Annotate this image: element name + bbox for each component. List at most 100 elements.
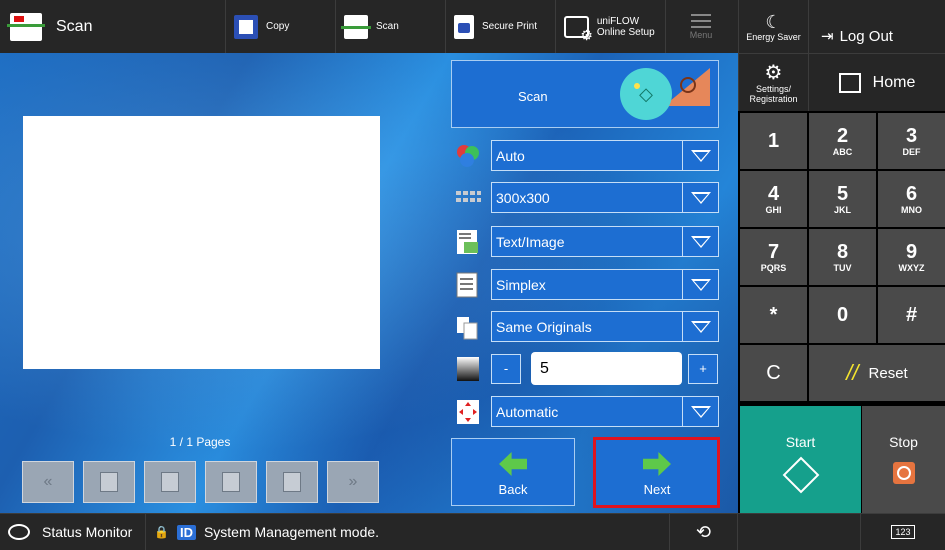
last-page-button[interactable]: »: [327, 461, 379, 503]
status-monitor-button[interactable]: Status Monitor: [0, 514, 146, 550]
density-increase-button[interactable]: +: [688, 353, 718, 384]
numeric-keypad: 1 2 ABC 3 DEF 4 GHI 5 JKL 6 MNO 7 PQRS 8 TUV 9W…: [740, 113, 945, 401]
id-badge: ID: [176, 524, 196, 540]
color-mode-dropdown[interactable]: Auto: [491, 140, 719, 171]
double-right-icon: »: [348, 473, 358, 490]
reset-button[interactable]: // Reset: [809, 345, 945, 401]
scan-app-icon: [7, 12, 45, 41]
lock-icon: 🔒: [154, 525, 169, 539]
right-top-bar: ☾ Energy Saver ⇥ Log Out: [738, 0, 945, 53]
clear-key[interactable]: C: [740, 345, 807, 401]
key-asterisk[interactable]: *: [740, 287, 807, 343]
color-mode-icon: [455, 143, 481, 169]
key-hash[interactable]: #: [878, 287, 945, 343]
preview-nav: « »: [22, 461, 379, 503]
scan-icon: [341, 14, 371, 39]
text-image-icon: [455, 229, 481, 255]
copy-icon: [234, 14, 258, 39]
keyboard-icon: 123: [891, 525, 915, 539]
app-title: Scan: [56, 17, 93, 35]
scan-shortcut-button[interactable]: Scan: [336, 0, 446, 53]
menu-button[interactable]: Menu: [666, 0, 736, 53]
resolution-icon: [455, 185, 481, 211]
page-arrow-icon: [222, 472, 240, 492]
uniflow-setup-button[interactable]: uniFLOW Online Setup: [556, 0, 666, 53]
key-1[interactable]: 1: [740, 113, 807, 169]
page-count: 1 / 1 Pages: [169, 435, 231, 449]
key-0[interactable]: 0: [809, 287, 876, 343]
start-button[interactable]: Start: [740, 406, 861, 513]
status-bar: Status Monitor 🔒 ID System Management mo…: [0, 513, 945, 550]
orientation-dropdown[interactable]: Automatic: [491, 396, 719, 427]
stop-icon: [680, 77, 696, 93]
density-value[interactable]: 5: [531, 352, 682, 385]
first-page-button[interactable]: «: [22, 461, 74, 503]
back-button[interactable]: Back: [451, 438, 575, 506]
main-area: 1 / 1 Pages « » Scan ◇ Auto 300x300 Text…: [0, 53, 738, 513]
network-status-button[interactable]: ⟲: [670, 514, 738, 550]
network-icon: ⟲: [695, 521, 712, 542]
density-row: - 5 +: [455, 352, 719, 385]
pages-icon: [161, 472, 179, 492]
lock-icon: [454, 14, 474, 39]
energy-saver-button[interactable]: ☾ Energy Saver: [738, 0, 808, 53]
resolution-dropdown[interactable]: 300x300: [491, 182, 719, 213]
original-type-dropdown[interactable]: Text/Image: [491, 226, 719, 257]
page-insert-icon: [283, 472, 301, 492]
page-import-button[interactable]: [266, 461, 318, 503]
stop-icon: [892, 462, 915, 484]
status-monitor-icon: [8, 524, 30, 540]
orientation-row: Automatic: [455, 395, 719, 428]
key-9[interactable]: 9 WXYZ: [878, 229, 945, 285]
sides-dropdown[interactable]: Simplex: [491, 269, 719, 300]
page-icon: [100, 472, 118, 492]
orientation-icon: [455, 399, 481, 425]
keyboard-button[interactable]: 123: [860, 514, 945, 550]
key-2[interactable]: 2 ABC: [809, 113, 876, 169]
arrow-left-icon: [499, 452, 527, 476]
chevron-down-icon: [682, 183, 718, 212]
key-7[interactable]: 7 PQRS: [740, 229, 807, 285]
moon-icon: ☾: [765, 11, 782, 32]
copy-shortcut-button[interactable]: Copy: [226, 0, 336, 53]
chevron-down-icon: [682, 270, 718, 299]
settings-registration-button[interactable]: ⚙ Settings/ Registration: [738, 54, 808, 111]
home-button[interactable]: Home: [808, 54, 945, 111]
originals-dropdown[interactable]: Same Originals: [491, 311, 719, 342]
page-export-button[interactable]: [205, 461, 257, 503]
start-diamond-icon: [782, 456, 819, 494]
same-originals-icon: [455, 314, 481, 340]
stop-button[interactable]: Stop: [862, 406, 945, 513]
scan-button[interactable]: Scan ◇: [451, 60, 719, 128]
chevron-down-icon: [682, 312, 718, 341]
density-icon: [455, 356, 481, 382]
original-type-row: Text/Image: [455, 225, 719, 258]
indicator-dot: [634, 83, 640, 89]
right-second-bar: ⚙ Settings/ Registration Home: [738, 53, 945, 111]
log-out-button[interactable]: ⇥ Log Out: [808, 0, 945, 53]
color-mode-row: Auto: [455, 139, 719, 172]
key-8[interactable]: 8 TUV: [809, 229, 876, 285]
key-6[interactable]: 6 MNO: [878, 171, 945, 227]
chevron-down-icon: [682, 397, 718, 426]
simplex-icon: [455, 272, 481, 298]
key-5[interactable]: 5 JKL: [809, 171, 876, 227]
log-out-icon: ⇥: [821, 28, 834, 45]
sides-row: Simplex: [455, 268, 719, 301]
app-header: Scan: [0, 0, 226, 53]
resolution-row: 300x300: [455, 181, 719, 214]
density-decrease-button[interactable]: -: [491, 353, 521, 384]
chevron-down-icon: [682, 227, 718, 256]
double-left-icon: «: [43, 473, 53, 490]
key-4[interactable]: 4 GHI: [740, 171, 807, 227]
reset-icon: //: [846, 360, 859, 385]
start-diamond-icon: ◇: [620, 68, 672, 120]
page-view-button[interactable]: [83, 461, 135, 503]
multi-page-view-button[interactable]: [144, 461, 196, 503]
home-icon: [838, 72, 861, 93]
secure-print-button[interactable]: Secure Print: [446, 0, 556, 53]
next-highlight: [593, 437, 720, 508]
hamburger-menu-icon: [691, 13, 711, 28]
chevron-down-icon: [682, 141, 718, 170]
key-3[interactable]: 3 DEF: [878, 113, 945, 169]
